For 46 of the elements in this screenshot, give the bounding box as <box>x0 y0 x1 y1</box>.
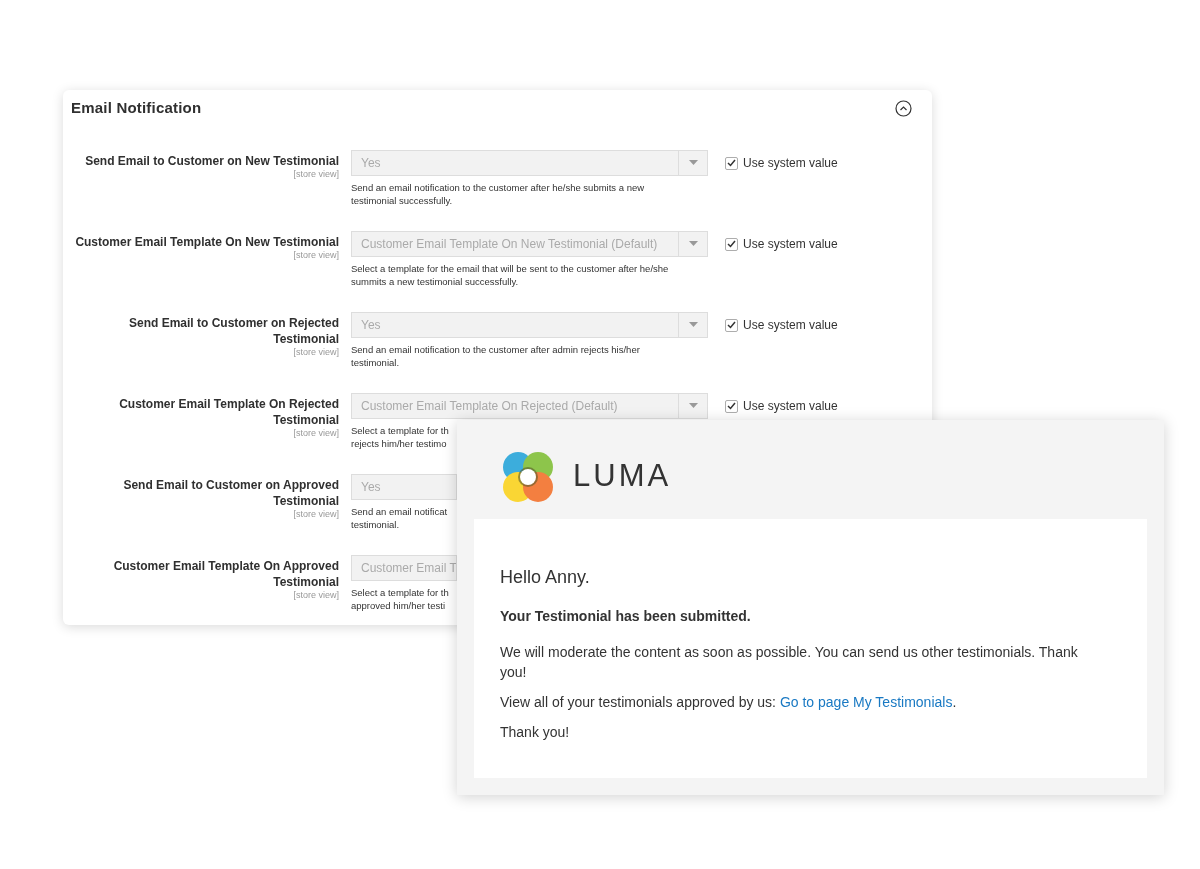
dropdown-arrow-icon <box>688 403 698 408</box>
checkbox-label: Use system value <box>743 398 838 415</box>
field-label: Send Email to Customer on New Testimonial <box>84 152 339 169</box>
field-label: Customer Email Template On New Testimonial <box>74 233 339 250</box>
dropdown-arrow-icon <box>688 322 698 327</box>
scope-label: [store view] <box>293 249 339 261</box>
checkbox-label: Use system value <box>743 317 838 334</box>
select-field[interactable]: Customer Email Template On New Testimonial (Default) <box>351 230 708 257</box>
scope-label: [store view] <box>293 508 339 520</box>
scope-label: [store view] <box>293 589 339 601</box>
checkbox-label: Use system value <box>743 236 838 253</box>
panel-title: Email Notification <box>71 98 202 118</box>
scope-label: [store view] <box>293 168 339 180</box>
select-field[interactable]: Customer Email T <box>351 554 457 581</box>
checkbox[interactable] <box>725 156 738 170</box>
brand-name: LUMA <box>573 457 672 496</box>
select-field[interactable]: Yes <box>351 149 708 176</box>
checkbox[interactable] <box>725 237 738 251</box>
logo-icon <box>501 449 555 504</box>
paragraph: Thank you! <box>500 723 571 742</box>
checkbox[interactable] <box>725 399 738 413</box>
dropdown-arrow-icon <box>688 160 698 165</box>
help-text: Select a template for th approved him/her testi <box>351 585 449 612</box>
dropdown-arrow-icon <box>688 241 698 246</box>
help-text: Select a template for th rejects him/her testimo <box>351 423 449 450</box>
field-label: Customer Email Template On Rejected Testimonial <box>118 395 339 428</box>
collapse-icon <box>894 99 912 117</box>
email-heading: Your Testimonial has been submitted. <box>500 607 752 626</box>
help-text: Select a template for the email that will be sent to the customer after he/she summits a new testimonial successfully. <box>351 261 669 288</box>
checkbox[interactable] <box>725 318 738 332</box>
collapse-button[interactable] <box>894 99 912 118</box>
scope-label: [store view] <box>293 427 339 439</box>
scope-label: [store view] <box>293 346 339 358</box>
paragraph: We will moderate the content as soon as possible. You can send us other testimonials. Thank you! <box>500 643 1079 682</box>
help-text: Send an email notification to the customer after admin rejects his/her testimonial. <box>351 342 640 369</box>
checkbox-label: Use system value <box>743 155 838 172</box>
select-field[interactable]: Customer Email Template On Rejected (Default) <box>351 392 708 419</box>
field-label: Send Email to Customer on Rejected Testimonial <box>127 314 339 347</box>
paragraph: View all of your testimonials approved by us: Go to page My Testimonials. <box>500 693 958 712</box>
help-text: Send an email notificat testimonial. <box>351 504 448 531</box>
help-text: Send an email notification to the customer after he/she submits a new testimonial successfully. <box>351 180 645 207</box>
select-field[interactable]: Yes <box>351 311 708 338</box>
greeting: Hello Anny. <box>500 566 591 589</box>
field-label: Send Email to Customer on Approved Testimonial <box>122 476 339 509</box>
field-label: Customer Email Template On Approved Testimonial <box>112 557 339 590</box>
select-field[interactable]: Yes <box>351 473 457 500</box>
